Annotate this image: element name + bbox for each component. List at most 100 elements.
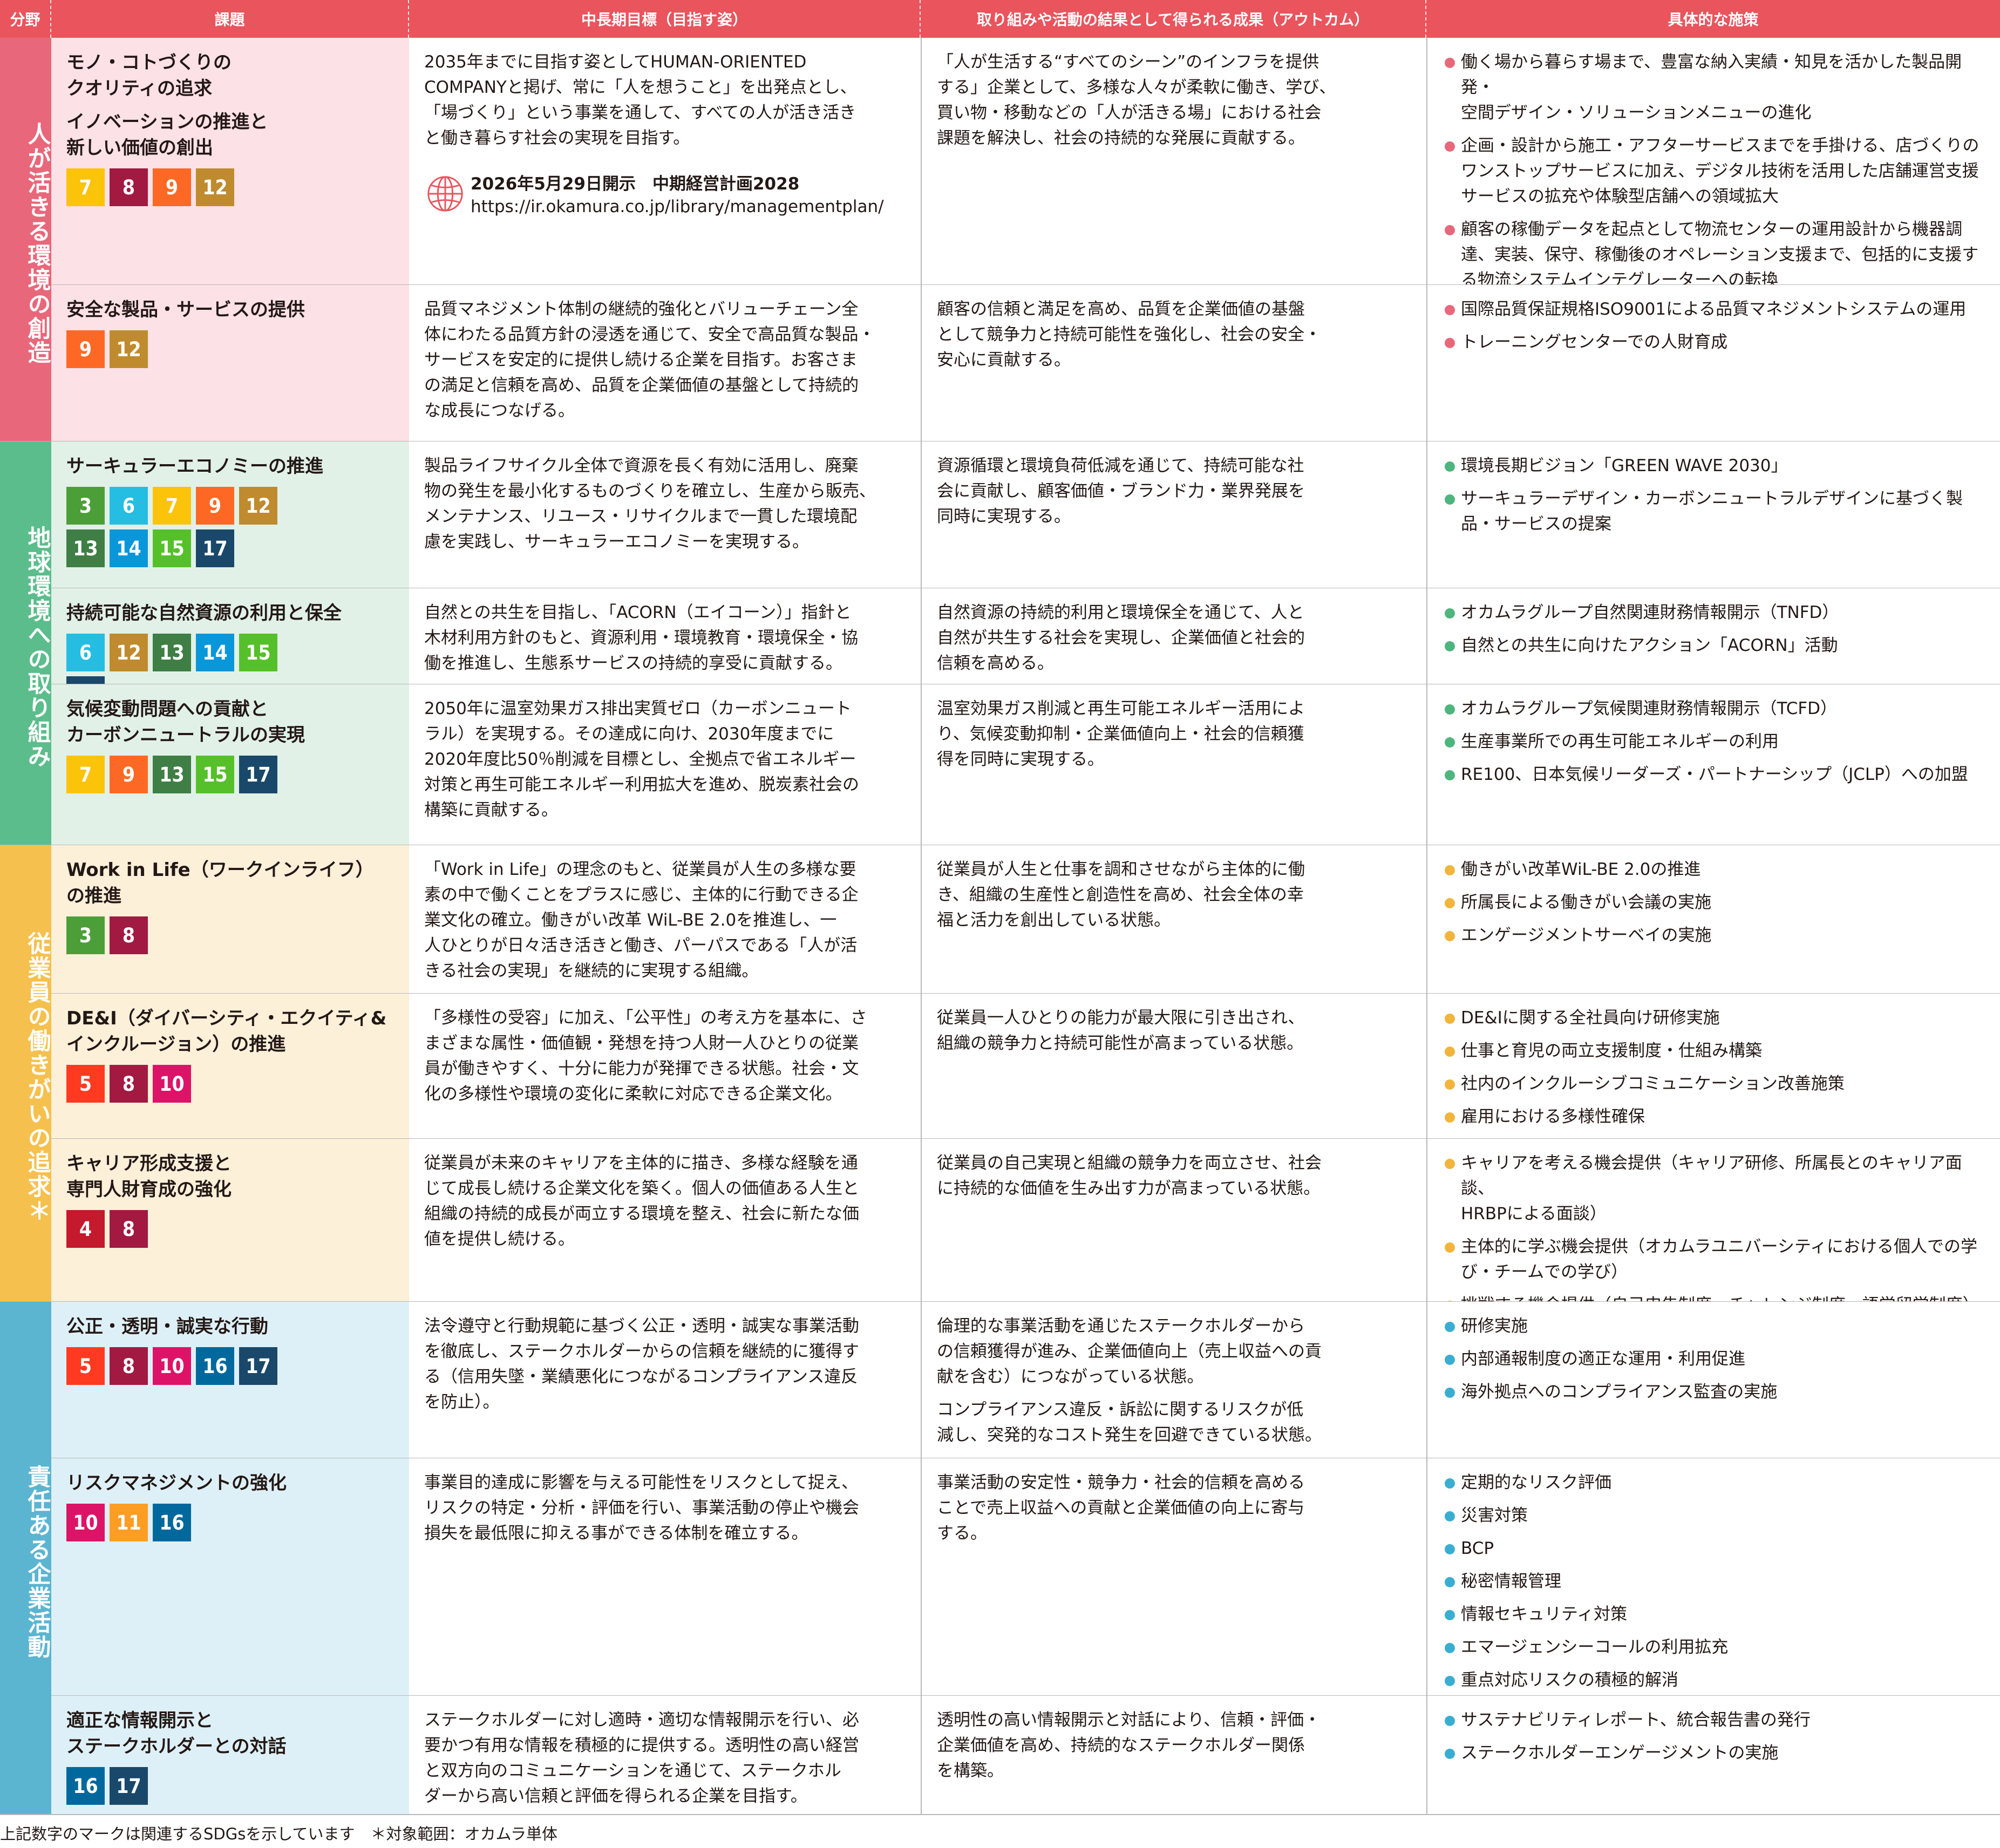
list-item: トレーニングセンターでの人財育成 bbox=[1443, 330, 1986, 355]
outcome-cell: 自然資源の持続的利用と環境保全を通じて、人と 自然が共生する社会を実現し、企業価… bbox=[921, 588, 1426, 684]
measures-cell: サステナビリティレポート、統合報告書の発行 ステークホルダーエンゲージメントの実施 bbox=[1426, 1696, 2000, 1815]
sdg-13-icon: 13 bbox=[153, 756, 191, 793]
sdg-9-icon: 9 bbox=[196, 487, 234, 525]
outcome-cell: 従業員が人生と仕事を調和させながら主体的に働 き、組織の生産性と創造性を高め、社… bbox=[921, 845, 1426, 994]
outcome-text: 顧客の信頼と満足を高め、品質を企業価値の基盤 として競争力と持続可能性を強化し、… bbox=[937, 300, 1322, 370]
sdg-15-icon: 15 bbox=[239, 634, 277, 671]
sdg-6-icon: 6 bbox=[110, 487, 148, 525]
sdg-16-icon: 16 bbox=[196, 1347, 234, 1385]
table-row: Work in Life（ワークインライフ） の推進 3 8 「Work in Lif… bbox=[51, 845, 2000, 994]
outcome-text: 資源循環と環境負荷低減を通じて、持続可能な社 会に貢献し、顧客価値・ブランド力・… bbox=[937, 456, 1305, 526]
plan-title: 2026年5月29日開示 中期経営計画2028 bbox=[471, 174, 800, 194]
outcome-text: 自然資源の持続的利用と環境保全を通じて、人と 自然が共生する社会を実現し、企業価… bbox=[937, 603, 1305, 673]
list-item: 定期的なリスク評価 bbox=[1443, 1470, 1986, 1496]
sdg-icons: 16 17 bbox=[66, 1767, 369, 1810]
list-item: サステナビリティレポート、統合報告書の発行 bbox=[1443, 1708, 1986, 1733]
issue-cell: モノ・コトづくりの クオリティの追求 イノベーションの推進と 新しい価値の創出 7 8… bbox=[51, 38, 409, 285]
list-item: エンゲージメントサーベイの実施 bbox=[1443, 923, 1986, 948]
measures-list: DE&Iに関する全社員向け研修実施 仕事と育児の両立支援制度・仕組み構築 社内のイン… bbox=[1443, 1005, 1986, 1130]
outcome-cell: 倫理的な事業活動を通じたステークホルダーから の信頼獲得が進み、企業価値向上（売… bbox=[921, 1302, 1426, 1458]
outcome-cell: 従業員一人ひとりの能力が最大限に引き出され、 組織の競争力と持続可能性が高まって… bbox=[921, 994, 1426, 1139]
goal-cell: 「多様性の受容」に加え、「公平性」の考え方を基本に、さ まざまな属性・価値観・発… bbox=[409, 994, 921, 1139]
sdg-17-icon: 17 bbox=[196, 529, 234, 567]
list-item: 内部通報制度の適正な運用・利用促進 bbox=[1443, 1347, 1986, 1372]
sdg-8-icon: 8 bbox=[110, 1210, 148, 1248]
goal-cell: 品質マネジメント体制の継続的強化とバリューチェーン全 体にわたる品質方針の浸透を… bbox=[409, 285, 921, 441]
measures-list: オカムラグループ気候関連財務情報開示（TCFD） 生産事業所での再生可能エネルギー… bbox=[1443, 696, 1986, 787]
plan-text: 2026年5月29日開示 中期経営計画2028 https://ir.okamur… bbox=[471, 173, 884, 218]
list-item: エマージェンシーコールの利用拡充 bbox=[1443, 1635, 1986, 1660]
sdg-12-icon: 12 bbox=[110, 634, 148, 671]
header-measures: 具体的な施策 bbox=[1426, 0, 2000, 38]
list-item: 情報セキュリティ対策 bbox=[1443, 1602, 1986, 1627]
sdg-7-icon: 7 bbox=[66, 168, 105, 206]
table-row: リスクマネジメントの強化 10 11 16 事業目的達成に影響を与える可能性をリスクとし… bbox=[51, 1458, 2000, 1696]
list-item: RE100、日本気候リーダーズ・パートナーシップ（JCLP）への加盟 bbox=[1443, 762, 1986, 787]
goal-cell: 従業員が未来のキャリアを主体的に描き、多様な経験を通 じて成長し続ける企業文化を… bbox=[409, 1139, 921, 1302]
sdg-icons: 7 9 13 15 17 bbox=[66, 756, 369, 798]
table-row: 公正・透明・誠実な行動 5 8 10 16 17 法令遵守と行動規範に基づく公正・透明・誠実… bbox=[51, 1302, 2000, 1458]
outcome-text: 事業活動の安定性・競争力・社会的信頼を高める ことで売上収益への貢献と企業価値の… bbox=[937, 1473, 1305, 1543]
table-row: 持続可能な自然資源の利用と保全61213141517自然との共生を目指し、「AC… bbox=[51, 588, 2000, 714]
issue-cell: 持続可能な自然資源の利用と保全61213141517 bbox=[51, 588, 409, 714]
goal-text: ステークホルダーに対し適時・適切な情報開示を行い、必 要かつ有用な情報を積極的に… bbox=[424, 1710, 859, 1806]
goal-cell: 2050年に温室効果ガス排出実質ゼロ（カーボンニュート ラル）を実現する。その達… bbox=[409, 684, 921, 845]
list-item: BCP bbox=[1443, 1536, 1986, 1561]
outcome-text: 透明性の高い情報開示と対話により、信頼・評価・ 企業価値を高め、持続的なステーク… bbox=[937, 1710, 1321, 1781]
table-row: 安全な製品・サービスの提供 9 12 品質マネジメント体制の継続的強化とバリューチェー… bbox=[51, 285, 2000, 441]
sdg-15-icon: 15 bbox=[153, 529, 191, 567]
header-issue: 課題 bbox=[51, 0, 409, 38]
sdg-10-icon: 10 bbox=[153, 1065, 191, 1103]
outcome-text: 「人が生活する“すべてのシーン”のインフラを提供 する」企業として、多様な人々が… bbox=[937, 52, 1336, 148]
measures-list: キャリアを考える機会提供（キャリア研修、所属長とのキャリア面談、 HRBPによる… bbox=[1443, 1151, 1986, 1318]
goal-cell: 事業目的達成に影響を与える可能性をリスクとして捉え、 リスクの特定・分析・評価を… bbox=[409, 1458, 921, 1696]
sdg-3-icon: 3 bbox=[66, 916, 105, 954]
outcome-cell: 事業活動の安定性・競争力・社会的信頼を高める ことで売上収益への貢献と企業価値の… bbox=[921, 1458, 1426, 1696]
measures-cell: オカムラグループ自然関連財務情報開示（TNFD） 自然との共生に向けたアクション「… bbox=[1426, 588, 2000, 684]
measures-cell: キャリアを考える機会提供（キャリア研修、所属長とのキャリア面談、 HRBPによる… bbox=[1426, 1139, 2000, 1315]
table-row: キャリア形成支援と 専門人財育成の強化 4 8 従業員が未来のキャリアを主体的に描き、… bbox=[51, 1139, 2000, 1315]
sdg-5-icon: 5 bbox=[66, 1065, 105, 1103]
management-plan-link[interactable]: 2026年5月29日開示 中期経営計画2028 https://ir.okamur… bbox=[424, 173, 907, 218]
list-item: DE&Iに関する全社員向け研修実施 bbox=[1443, 1005, 1986, 1031]
list-item: オカムラグループ気候関連財務情報開示（TCFD） bbox=[1443, 696, 1986, 722]
outcome-cell: 顧客の信頼と満足を高め、品質を企業価値の基盤 として競争力と持続可能性を強化し、… bbox=[921, 285, 1426, 441]
header-field: 分野 bbox=[0, 0, 51, 38]
sdg-16-icon: 16 bbox=[66, 1767, 105, 1805]
goal-text: 法令遵守と行動規範に基づく公正・透明・誠実な事業活動 を徹底し、ステークホルダー… bbox=[424, 1316, 859, 1412]
sdg-9-icon: 9 bbox=[110, 756, 148, 793]
measures-list: オカムラグループ自然関連財務情報開示（TNFD） 自然との共生に向けたアクション「… bbox=[1443, 600, 1986, 658]
issue-cell: リスクマネジメントの強化 10 11 16 bbox=[51, 1458, 409, 1696]
goal-text: 2050年に温室効果ガス排出実質ゼロ（カーボンニュート ラル）を実現する。その達… bbox=[424, 699, 859, 820]
plan-url[interactable]: https://ir.okamura.co.jp/library/managem… bbox=[471, 195, 884, 218]
measures-list: 定期的なリスク評価 災害対策 BCP 秘密情報管理 情報セキュリティ対策 エマージェンシー… bbox=[1443, 1470, 1986, 1693]
measures-cell: DE&Iに関する全社員向け研修実施 仕事と育児の両立支援制度・仕組み構築 社内のイン… bbox=[1426, 994, 2000, 1139]
measures-list: 働きがい改革WiL-BE 2.0の推進 所属長による働きがい会議の実施 エンゲージメ… bbox=[1443, 857, 1986, 948]
measures-cell: 研修実施 内部通報制度の適正な運用・利用促進 海外拠点へのコンプライアンス監査の実施 bbox=[1426, 1302, 2000, 1458]
sdg-17-icon: 17 bbox=[239, 756, 277, 793]
list-item: 雇用における多様性確保 bbox=[1443, 1104, 1986, 1130]
goal-cell: 2035年までに目指す姿としてHUMAN-ORIENTED COMPANYと掲げ… bbox=[409, 38, 921, 285]
list-item: 重点対応リスクの積極的解消 bbox=[1443, 1668, 1986, 1693]
sdg-12-icon: 12 bbox=[239, 487, 277, 525]
sdg-17-icon: 17 bbox=[110, 1767, 148, 1805]
sdg-12-icon: 12 bbox=[196, 168, 234, 206]
header-outcome: 取り組みや活動の結果として得られる成果（アウトカム） bbox=[921, 0, 1426, 38]
measures-cell: 働きがい改革WiL-BE 2.0の推進 所属長による働きがい会議の実施 エンゲージメ… bbox=[1426, 845, 2000, 994]
field-label: 従業員の働きがいの追求＊ bbox=[0, 845, 51, 1302]
list-item: 自然との共生に向けたアクション「ACORN」活動 bbox=[1443, 633, 1986, 658]
list-item: 国際品質保証規格ISO9001による品質マネジメントシステムの運用 bbox=[1443, 297, 1986, 322]
sdg-12-icon: 12 bbox=[110, 330, 148, 368]
goal-text: 「Work in Life」の理念のもと、従業員が人生の多様な要 素の中で働くこ… bbox=[424, 860, 859, 981]
sdg-8-icon: 8 bbox=[110, 168, 148, 206]
outcome-cell: 透明性の高い情報開示と対話により、信頼・評価・ 企業価値を高め、持続的なステーク… bbox=[921, 1696, 1426, 1815]
goal-cell: 自然との共生を目指し、「ACORN（エイコーン）」指針と 木材利用方針のもと、資… bbox=[409, 588, 921, 684]
issue-title: 安全な製品・サービスの提供 bbox=[66, 299, 305, 321]
outcome-cell: 温室効果ガス削減と再生可能エネルギー活用によ り、気候変動抑制・企業価値向上・社… bbox=[921, 684, 1426, 845]
list-item: 働く場から暮らす場まで、豊富な納入実績・知見を活かした製品開発・ 空間デザイン・… bbox=[1443, 50, 1986, 126]
table-row: サーキュラーエコノミーの推進 3 6 7 9 12 13 14 15 17 製品ライフサイクル全体で… bbox=[51, 441, 2000, 588]
measures-list: 環境長期ビジョン「GREEN WAVE 2030」 サーキュラーデザイン・カーボン… bbox=[1443, 453, 1986, 537]
list-item: 災害対策 bbox=[1443, 1503, 1986, 1528]
goal-cell: 法令遵守と行動規範に基づく公正・透明・誠実な事業活動 を徹底し、ステークホルダー… bbox=[409, 1302, 921, 1458]
list-item: 海外拠点へのコンプライアンス監査の実施 bbox=[1443, 1380, 1986, 1405]
